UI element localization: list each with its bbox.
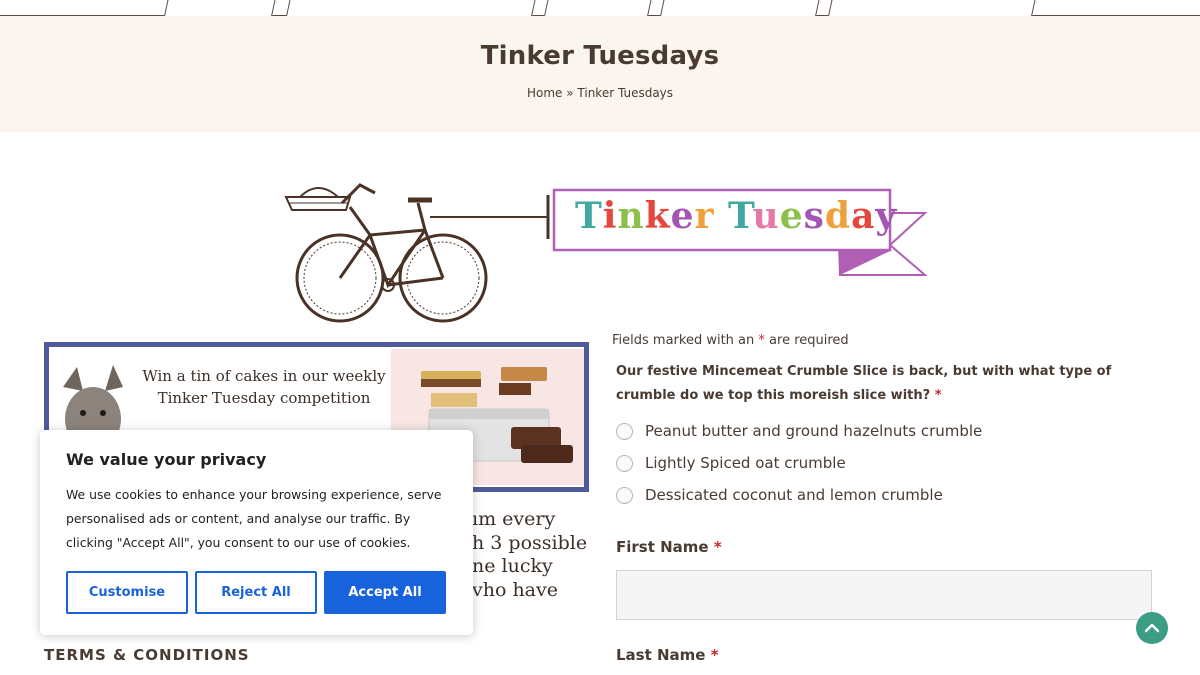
answer-label: Peanut butter and ground hazelnuts crumb… — [645, 422, 983, 440]
ribbon-letter: e — [670, 195, 695, 237]
customise-button[interactable]: Customise — [66, 571, 188, 614]
ribbon-letter: s — [803, 195, 825, 237]
article-text-fragment: ım every h 3 possible ne lucky vho have — [472, 508, 602, 602]
article-line: ne lucky — [472, 555, 553, 577]
article-line: h 3 possible — [472, 531, 588, 554]
quiz-question: Our festive Mincemeat Crumble Slice is b… — [616, 360, 1146, 408]
answer-option[interactable]: Peanut butter and ground hazelnuts crumb… — [616, 415, 982, 447]
ribbon-letter: a — [851, 195, 876, 237]
page-header: Tinker Tuesdays Home » Tinker Tuesdays — [0, 16, 1200, 132]
first-name-label: First Name * — [616, 538, 722, 556]
cookie-title: We value your privacy — [66, 450, 267, 469]
top-navigation — [0, 0, 1200, 16]
first-name-label-text: First Name — [616, 538, 709, 556]
ribbon-letter: y — [875, 195, 898, 237]
breadcrumb-current: Tinker Tuesdays — [577, 86, 674, 100]
required-marker: * — [758, 333, 765, 348]
article-line: vho have — [472, 578, 558, 601]
answer-option[interactable]: Lightly Spiced oat crumble — [616, 447, 982, 479]
required-marker: * — [934, 388, 942, 403]
nav-tab[interactable] — [286, 0, 536, 16]
nav-tab[interactable] — [828, 0, 1036, 16]
ribbon-letter: i — [602, 195, 618, 237]
ribbon-letter: r — [694, 195, 715, 237]
tinker-tuesday-banner: Tinker Tuesday — [280, 175, 940, 325]
nav-tab[interactable] — [660, 0, 820, 16]
competition-form: Fields marked with an * are required Our… — [612, 333, 1172, 664]
ribbon-letter: T — [728, 195, 753, 237]
ribbon-letter: u — [752, 195, 780, 237]
answer-label: Lightly Spiced oat crumble — [645, 454, 846, 472]
required-marker: * — [710, 646, 719, 664]
reject-all-button[interactable]: Reject All — [195, 571, 317, 614]
last-name-label-text: Last Name — [616, 646, 706, 664]
breadcrumb-separator: » — [566, 86, 574, 100]
required-note-text: Fields marked with an — [612, 333, 755, 348]
nav-tab[interactable] — [164, 0, 276, 16]
answer-option[interactable]: Dessicated coconut and lemon crumble — [616, 479, 982, 511]
page-title: Tinker Tuesdays — [480, 41, 720, 71]
terms-heading: TERMS & CONDITIONS — [44, 646, 250, 664]
ribbon-letter — [715, 195, 729, 237]
answer-label: Dessicated coconut and lemon crumble — [645, 486, 943, 504]
ribbon-title: Tinker Tuesday — [575, 195, 896, 237]
chevron-up-icon — [1145, 623, 1159, 633]
required-marker: * — [713, 538, 722, 556]
scroll-to-top-button[interactable] — [1136, 612, 1168, 644]
question-text: Our festive Mincemeat Crumble Slice is b… — [616, 364, 1112, 403]
required-note-suffix: are required — [769, 333, 849, 348]
answer-options: Peanut butter and ground hazelnuts crumb… — [616, 415, 982, 511]
cookie-consent-dialog: We value your privacy We use cookies to … — [40, 430, 473, 635]
first-name-field[interactable] — [616, 570, 1152, 620]
radio-button[interactable] — [616, 422, 633, 440]
article-line: ım every — [472, 508, 556, 530]
cookie-message: We use cookies to enhance your browsing … — [66, 487, 442, 550]
ribbon-letter: T — [575, 195, 603, 237]
required-fields-note: Fields marked with an * are required — [612, 333, 1172, 348]
ribbon-letter: d — [824, 195, 852, 237]
ribbon-letter: k — [644, 195, 671, 237]
nav-tab[interactable] — [544, 0, 652, 16]
last-name-label: Last Name * — [616, 646, 719, 664]
ribbon-letter: e — [779, 195, 804, 237]
radio-button[interactable] — [616, 454, 633, 472]
ribbon-letter: n — [617, 195, 645, 237]
promo-headline: Win a tin of cakes in our weekly Tinker … — [142, 367, 386, 407]
radio-button[interactable] — [616, 486, 633, 504]
breadcrumb: Home » Tinker Tuesdays — [0, 86, 1200, 100]
breadcrumb-home-link[interactable]: Home — [527, 86, 562, 100]
accept-all-button[interactable]: Accept All — [324, 571, 446, 614]
